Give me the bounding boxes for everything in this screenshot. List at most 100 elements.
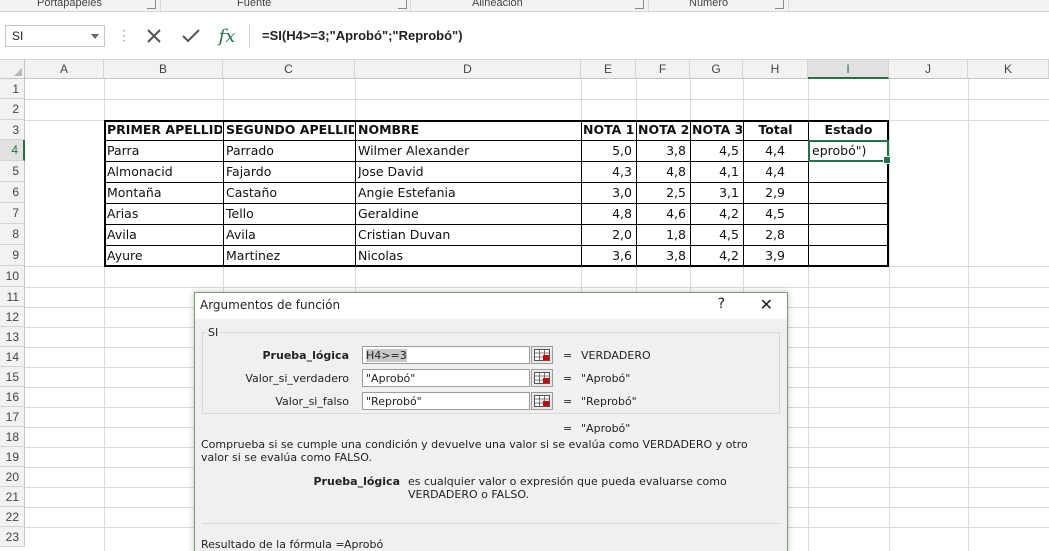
column-header-a[interactable]: A bbox=[25, 60, 104, 79]
fuente-launcher-icon[interactable] bbox=[398, 0, 407, 9]
column-header-f[interactable]: F bbox=[636, 60, 690, 79]
help-button[interactable]: ? bbox=[718, 296, 725, 312]
table-cell[interactable]: 3,1 bbox=[692, 183, 739, 203]
column-header-d[interactable]: D bbox=[355, 60, 581, 79]
row-header-21[interactable]: 21 bbox=[0, 487, 25, 507]
column-header-i[interactable]: I bbox=[808, 60, 889, 79]
table-cell[interactable]: Avila bbox=[226, 225, 354, 245]
table-header-primer-apellido[interactable]: PRIMER APELLIDO bbox=[107, 120, 222, 140]
table-cell[interactable]: 4,8 bbox=[583, 204, 632, 224]
table-cell[interactable]: Jose David bbox=[358, 162, 578, 182]
row-header-2[interactable]: 2 bbox=[0, 99, 25, 120]
table-cell[interactable]: 1,8 bbox=[638, 225, 686, 245]
row-header-19[interactable]: 19 bbox=[0, 447, 25, 467]
row-header-1[interactable]: 1 bbox=[0, 79, 25, 99]
table-cell[interactable]: 3,8 bbox=[638, 246, 686, 266]
row-header-8[interactable]: 8 bbox=[0, 224, 25, 245]
row-header-18[interactable]: 18 bbox=[0, 427, 25, 447]
table-cell[interactable]: 3,0 bbox=[583, 183, 632, 203]
row-header-22[interactable]: 22 bbox=[0, 507, 25, 527]
formula-input[interactable]: =SI(H4>=3;"Aprobó";"Reprobó") bbox=[249, 24, 1049, 48]
row-header-15[interactable]: 15 bbox=[0, 367, 25, 387]
table-cell[interactable]: 3,9 bbox=[745, 246, 785, 266]
table-cell[interactable]: 5,0 bbox=[583, 141, 632, 161]
row-header-6[interactable]: 6 bbox=[0, 182, 25, 203]
table-cell[interactable]: 4,3 bbox=[583, 162, 632, 182]
table-cell[interactable]: 2,0 bbox=[583, 225, 632, 245]
table-cell[interactable]: Cristian Duvan bbox=[358, 225, 578, 245]
more-options-icon[interactable]: ⋮ bbox=[117, 26, 131, 44]
range-select-button[interactable] bbox=[531, 369, 553, 387]
table-cell[interactable]: 4,5 bbox=[745, 204, 785, 224]
column-header-k[interactable]: K bbox=[968, 60, 1049, 79]
row-header-9[interactable]: 9 bbox=[0, 245, 25, 266]
arg-input-valor-si-verdadero[interactable]: "Aprobó" bbox=[362, 369, 530, 387]
table-cell[interactable]: 4,2 bbox=[692, 246, 739, 266]
range-select-button[interactable] bbox=[531, 392, 553, 410]
row-header-10[interactable]: 10 bbox=[0, 266, 25, 287]
table-cell[interactable]: 4,8 bbox=[638, 162, 686, 182]
table-cell[interactable]: Wilmer Alexander bbox=[358, 141, 578, 161]
arg-input-valor-si-falso[interactable]: "Reprobó" bbox=[362, 392, 530, 410]
table-cell[interactable]: 4,6 bbox=[638, 204, 686, 224]
column-header-j[interactable]: J bbox=[889, 60, 968, 79]
name-box[interactable]: SI bbox=[5, 25, 105, 47]
column-header-b[interactable]: B bbox=[104, 60, 223, 79]
chevron-down-icon[interactable] bbox=[91, 34, 99, 39]
table-cell[interactable]: 4,4 bbox=[745, 162, 785, 182]
row-header-13[interactable]: 13 bbox=[0, 327, 25, 347]
row-header-5[interactable]: 5 bbox=[0, 161, 25, 182]
table-cell[interactable]: Tello bbox=[226, 204, 354, 224]
row-header-20[interactable]: 20 bbox=[0, 467, 25, 487]
row-header-4[interactable]: 4 bbox=[0, 140, 25, 161]
table-header-segundo-apellido[interactable]: SEGUNDO APELLIDO bbox=[226, 120, 354, 140]
table-cell[interactable]: Avila bbox=[107, 225, 222, 245]
cancel-button[interactable] bbox=[141, 24, 167, 48]
table-cell[interactable]: Montaña bbox=[107, 183, 222, 203]
table-cell[interactable]: 2,8 bbox=[745, 225, 785, 245]
row-header-7[interactable]: 7 bbox=[0, 203, 25, 224]
table-cell[interactable]: Ayure bbox=[107, 246, 222, 266]
alineacion-launcher-icon[interactable] bbox=[635, 0, 644, 9]
table-header-nota1[interactable]: NOTA 1 bbox=[583, 120, 635, 140]
table-cell[interactable]: 2,9 bbox=[745, 183, 785, 203]
column-header-h[interactable]: H bbox=[743, 60, 808, 79]
range-select-button[interactable] bbox=[531, 346, 553, 364]
portapapeles-launcher-icon[interactable] bbox=[147, 0, 156, 9]
numero-launcher-icon[interactable] bbox=[775, 0, 784, 9]
table-cell[interactable]: Martinez bbox=[226, 246, 354, 266]
insert-function-button[interactable]: fx bbox=[214, 24, 240, 48]
table-cell[interactable]: 4,5 bbox=[692, 141, 739, 161]
table-cell[interactable]: Almonacid bbox=[107, 162, 222, 182]
enter-button[interactable] bbox=[178, 24, 204, 48]
row-header-12[interactable]: 12 bbox=[0, 307, 25, 327]
table-header-total[interactable]: Total bbox=[744, 120, 807, 140]
select-all-corner[interactable] bbox=[0, 60, 25, 79]
row-header-16[interactable]: 16 bbox=[0, 387, 25, 407]
table-cell[interactable]: Castaño bbox=[226, 183, 354, 203]
table-header-estado[interactable]: Estado bbox=[809, 120, 888, 140]
row-header-23[interactable]: 23 bbox=[0, 527, 25, 547]
row-header-11[interactable]: 11 bbox=[0, 287, 25, 307]
close-button[interactable]: ✕ bbox=[760, 295, 773, 314]
active-cell-selection[interactable] bbox=[808, 140, 891, 164]
table-cell[interactable]: 3,6 bbox=[583, 246, 632, 266]
row-header-14[interactable]: 14 bbox=[0, 347, 25, 367]
table-header-nota2[interactable]: NOTA 2 bbox=[638, 120, 689, 140]
table-cell[interactable]: Parra bbox=[107, 141, 222, 161]
table-cell[interactable]: Nicolas bbox=[358, 246, 578, 266]
table-cell[interactable]: Arias bbox=[107, 204, 222, 224]
table-cell[interactable]: Geraldine bbox=[358, 204, 578, 224]
table-cell[interactable]: Parrado bbox=[226, 141, 354, 161]
column-header-c[interactable]: C bbox=[223, 60, 355, 79]
table-cell[interactable]: 4,2 bbox=[692, 204, 739, 224]
table-cell[interactable]: 4,5 bbox=[692, 225, 739, 245]
table-cell[interactable]: Angie Estefania bbox=[358, 183, 578, 203]
table-cell[interactable]: 4,1 bbox=[692, 162, 739, 182]
row-header-3[interactable]: 3 bbox=[0, 120, 25, 140]
arg-input-prueba-logica[interactable]: H4>=3 bbox=[362, 346, 530, 364]
column-header-e[interactable]: E bbox=[581, 60, 636, 79]
dialog-titlebar[interactable]: Argumentos de función ? ✕ bbox=[195, 293, 787, 319]
table-cell[interactable]: Fajardo bbox=[226, 162, 354, 182]
column-header-g[interactable]: G bbox=[690, 60, 743, 79]
